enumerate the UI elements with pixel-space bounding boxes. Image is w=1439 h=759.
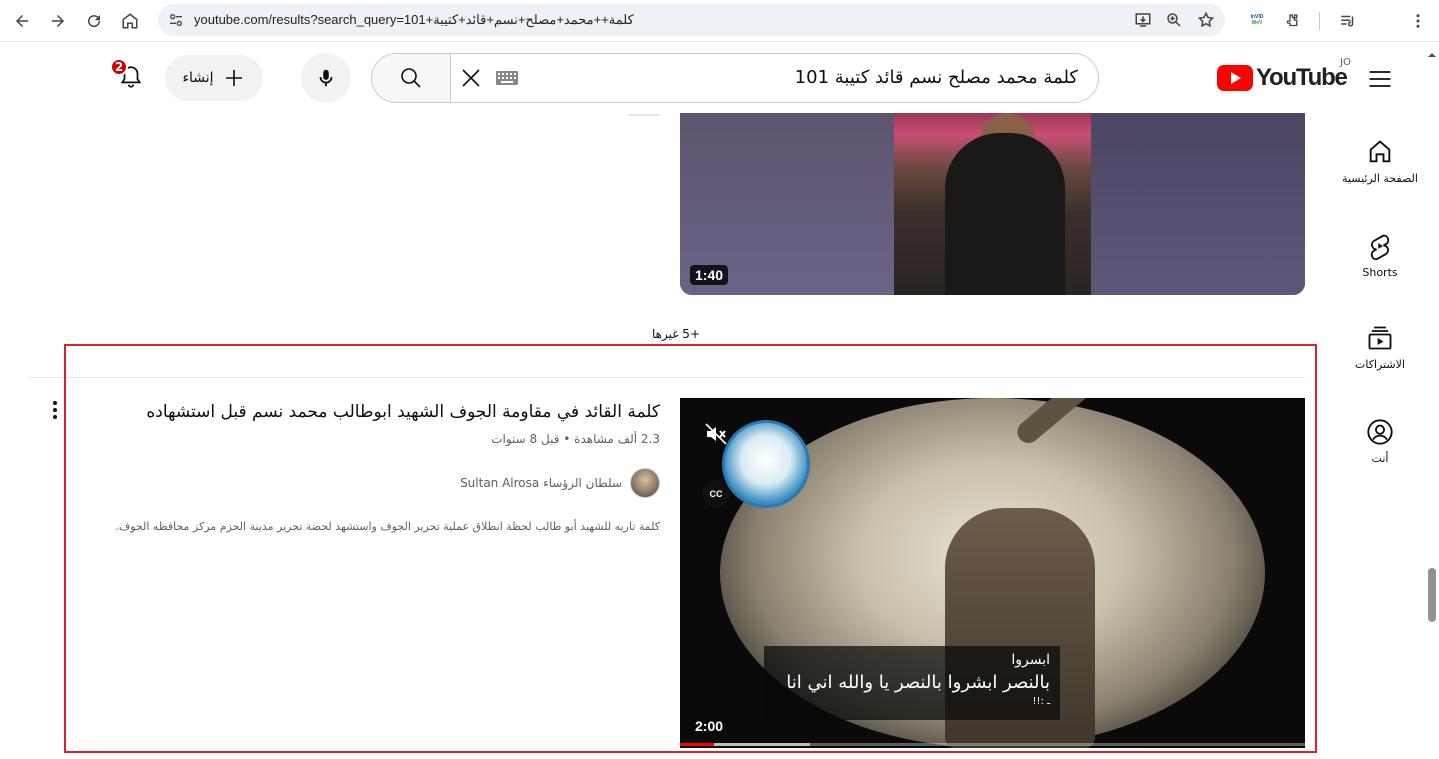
rail-item-you[interactable]: أنت: [1340, 418, 1420, 465]
scrollbar-thumb[interactable]: [1428, 568, 1436, 622]
video-duration: 1:40: [690, 265, 729, 285]
voice-search-button[interactable]: [301, 53, 351, 103]
rail-label-shorts: Shorts: [1362, 266, 1398, 279]
channel-info[interactable]: سلطان الرؤساء Sultan Alrosa: [440, 468, 660, 498]
rail-item-subscriptions[interactable]: الاشتراكات: [1340, 324, 1420, 371]
subtitle-line-2: بالنصر ابشروا بالنصر يا والله اني انا: [786, 672, 1050, 693]
rail-label-you: أنت: [1371, 452, 1389, 465]
video-thumbnail[interactable]: 1:40: [680, 113, 1305, 295]
keyboard-icon[interactable]: [495, 70, 519, 86]
country-code: JO: [1340, 57, 1351, 68]
plus-icon: [225, 70, 242, 86]
site-settings-icon[interactable]: [166, 10, 186, 30]
address-bar[interactable]: youtube.com/results?search_query=101+كلم…: [158, 4, 1225, 36]
account-circle-icon: [1367, 419, 1393, 445]
url-text: youtube.com/results?search_query=101+كلم…: [194, 12, 634, 27]
home-icon[interactable]: [116, 7, 144, 35]
back-icon[interactable]: [8, 7, 36, 35]
scrollbar-up-arrow[interactable]: [1428, 44, 1436, 57]
notification-count-badge: 2: [110, 58, 128, 76]
rail-label-home: الصفحة الرئيسية: [1342, 172, 1418, 185]
search-query-text: كلمة محمد مصلح نسم قائد كتيبة 101: [794, 67, 1078, 88]
home-icon: [1369, 140, 1391, 163]
rail-item-shorts[interactable]: Shorts: [1340, 232, 1420, 279]
browser-toolbar: youtube.com/results?search_query=101+كلم…: [0, 0, 1439, 42]
subtitle-line-1: ابسروا: [1011, 652, 1050, 668]
video-thumbnail-preview[interactable]: CC ابسروا بالنصر ابشروا بالنصر يا والله …: [680, 398, 1305, 748]
more-actions-icon[interactable]: [48, 398, 62, 422]
notifications-button[interactable]: 2: [110, 58, 150, 98]
channel-watermark-logo: [722, 420, 810, 508]
thumbnail-blur-right: [1091, 113, 1305, 295]
shorts-icon: [1370, 234, 1390, 260]
extensions-puzzle-icon[interactable]: [1279, 7, 1307, 35]
bookmark-star-icon[interactable]: [1196, 10, 1216, 30]
youtube-logo[interactable]: YouTube JO: [1217, 57, 1351, 93]
thumbnail-figure: [945, 133, 1065, 295]
more-results-link[interactable]: +5 غيرها: [640, 327, 700, 345]
divider: [628, 114, 660, 116]
install-app-icon[interactable]: [1133, 10, 1153, 30]
subscriptions-icon: [1368, 326, 1392, 350]
clear-search-icon[interactable]: [459, 66, 483, 90]
youtube-play-icon: [1217, 65, 1253, 91]
forward-icon[interactable]: [44, 7, 72, 35]
video-stats: 2.3 ألف مشاهدة • قبل 8 سنوات: [491, 432, 660, 446]
progress-played: [680, 743, 714, 746]
video-description: كلمة تاريه للشهيد أبو طالب لحظة انطلاق ع…: [115, 520, 660, 533]
create-button[interactable]: إنشاء: [165, 55, 263, 101]
media-control-icon[interactable]: [1334, 7, 1362, 35]
search-button[interactable]: [371, 53, 451, 103]
create-label: إنشاء: [182, 70, 214, 86]
zoom-icon[interactable]: [1164, 10, 1184, 30]
toolbar-divider: [1319, 12, 1320, 30]
rail-item-home[interactable]: الصفحة الرئيسية: [1340, 138, 1420, 185]
subtitle-line-3: ـ :!!: [1032, 696, 1051, 707]
microphone-icon: [319, 69, 333, 87]
video-title[interactable]: كلمة القائد في مقاومة الجوف الشهيد ابوطا…: [80, 400, 660, 424]
subtitle-overlay: ابسروا بالنصر ابشروا بالنصر يا والله اني…: [764, 646, 1060, 720]
browser-menu-icon[interactable]: [1404, 7, 1432, 35]
search-icon: [401, 68, 421, 88]
logo-wordmark: YouTube: [1256, 64, 1348, 91]
rail-label-subscriptions: الاشتراكات: [1355, 358, 1405, 371]
video-duration: 2:00: [695, 718, 724, 734]
youtube-header: 2 إنشاء كلمة محمد مصلح نسم قائد كتيبة 10…: [0, 43, 1439, 113]
channel-name[interactable]: سلطان الرؤساء Sultan Alrosa: [460, 476, 622, 490]
mute-icon[interactable]: [704, 422, 728, 446]
avatar[interactable]: [630, 468, 660, 498]
invid-extension-icon[interactable]: InVID WeV: [1243, 7, 1271, 35]
search-input[interactable]: كلمة محمد مصلح نسم قائد كتيبة 101: [450, 53, 1099, 103]
closed-captions-icon[interactable]: CC: [702, 480, 730, 508]
guide-menu-icon[interactable]: [1366, 65, 1394, 93]
reload-icon[interactable]: [80, 7, 108, 35]
